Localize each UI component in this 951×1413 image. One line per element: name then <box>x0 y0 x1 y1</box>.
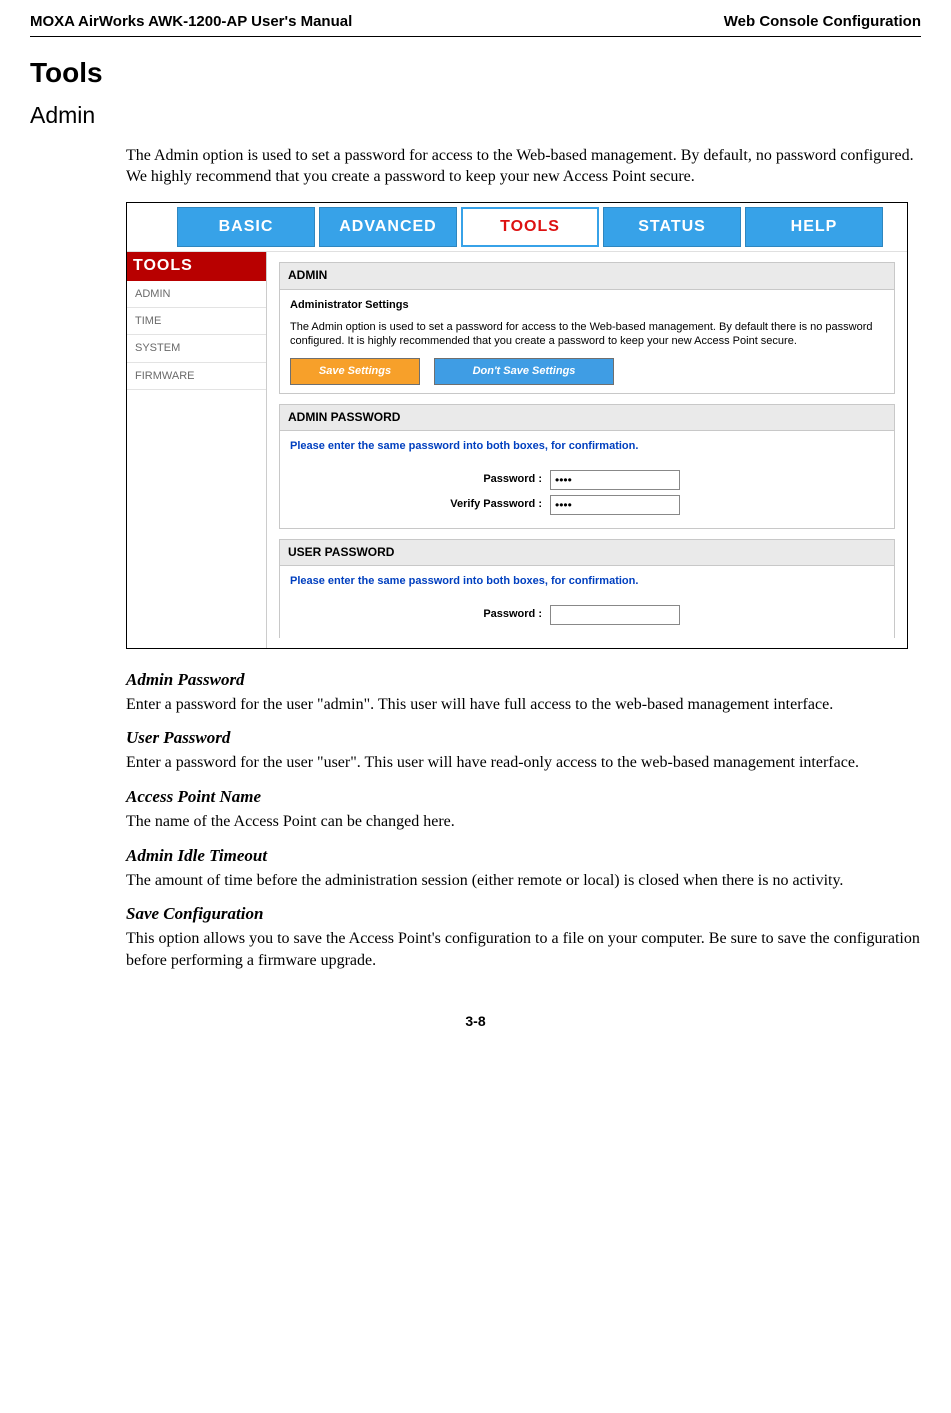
heading-admin-idle-timeout: Admin Idle Timeout <box>126 845 921 867</box>
page-subtitle-admin: Admin <box>30 101 921 131</box>
dont-save-settings-button[interactable]: Don't Save Settings <box>434 358 614 384</box>
sidebar-item-time[interactable]: TIME <box>127 308 266 335</box>
admin-subheading: Administrator Settings <box>290 298 884 312</box>
user-password-hint: Please enter the same password into both… <box>290 574 884 588</box>
header-left: MOXA AirWorks AWK-1200-AP User's Manual <box>30 12 352 32</box>
tab-status[interactable]: STATUS <box>603 207 741 247</box>
panel-user-password-title: USER PASSWORD <box>279 539 895 567</box>
panel-admin-password-title: ADMIN PASSWORD <box>279 404 895 432</box>
password-label: Password : <box>290 472 550 486</box>
sidebar-item-admin[interactable]: ADMIN <box>127 281 266 308</box>
tab-help[interactable]: HELP <box>745 207 883 247</box>
page-title-tools: Tools <box>30 55 921 91</box>
page-number: 3-8 <box>30 1012 921 1030</box>
admin-description: The Admin option is used to set a passwo… <box>290 320 884 349</box>
heading-user-password: User Password <box>126 727 921 749</box>
text-save-configuration: This option allows you to save the Acces… <box>126 928 921 971</box>
heading-ap-name: Access Point Name <box>126 786 921 808</box>
text-user-password: Enter a password for the user "user". Th… <box>126 752 921 774</box>
heading-admin-password: Admin Password <box>126 669 921 691</box>
admin-password-input[interactable] <box>550 470 680 490</box>
text-ap-name: The name of the Access Point can be chan… <box>126 811 921 833</box>
user-password-input[interactable] <box>550 605 680 625</box>
top-nav: BASIC ADVANCED TOOLS STATUS HELP <box>127 203 907 252</box>
sidebar-title: TOOLS <box>127 252 266 281</box>
ui-screenshot: BASIC ADVANCED TOOLS STATUS HELP TOOLS A… <box>126 202 908 649</box>
tab-tools[interactable]: TOOLS <box>461 207 599 247</box>
admin-verify-password-input[interactable] <box>550 495 680 515</box>
verify-password-label: Verify Password : <box>290 497 550 511</box>
main-pane: ADMIN Administrator Settings The Admin o… <box>267 252 907 648</box>
admin-password-hint: Please enter the same password into both… <box>290 439 884 453</box>
heading-save-configuration: Save Configuration <box>126 903 921 925</box>
sidebar: TOOLS ADMIN TIME SYSTEM FIRMWARE <box>127 252 267 648</box>
panel-user-password: USER PASSWORD Please enter the same pass… <box>279 539 895 638</box>
panel-admin-title: ADMIN <box>279 262 895 290</box>
header-right: Web Console Configuration <box>724 12 921 32</box>
panel-admin: ADMIN Administrator Settings The Admin o… <box>279 262 895 394</box>
text-admin-idle-timeout: The amount of time before the administra… <box>126 870 921 892</box>
sidebar-item-system[interactable]: SYSTEM <box>127 335 266 362</box>
save-settings-button[interactable]: Save Settings <box>290 358 420 384</box>
user-password-label: Password : <box>290 607 550 621</box>
panel-admin-password: ADMIN PASSWORD Please enter the same pas… <box>279 404 895 529</box>
sidebar-item-firmware[interactable]: FIRMWARE <box>127 363 266 390</box>
page-header: MOXA AirWorks AWK-1200-AP User's Manual … <box>30 12 921 37</box>
tab-basic[interactable]: BASIC <box>177 207 315 247</box>
intro-paragraph: The Admin option is used to set a passwo… <box>126 145 921 188</box>
tab-advanced[interactable]: ADVANCED <box>319 207 457 247</box>
text-admin-password: Enter a password for the user "admin". T… <box>126 694 921 716</box>
